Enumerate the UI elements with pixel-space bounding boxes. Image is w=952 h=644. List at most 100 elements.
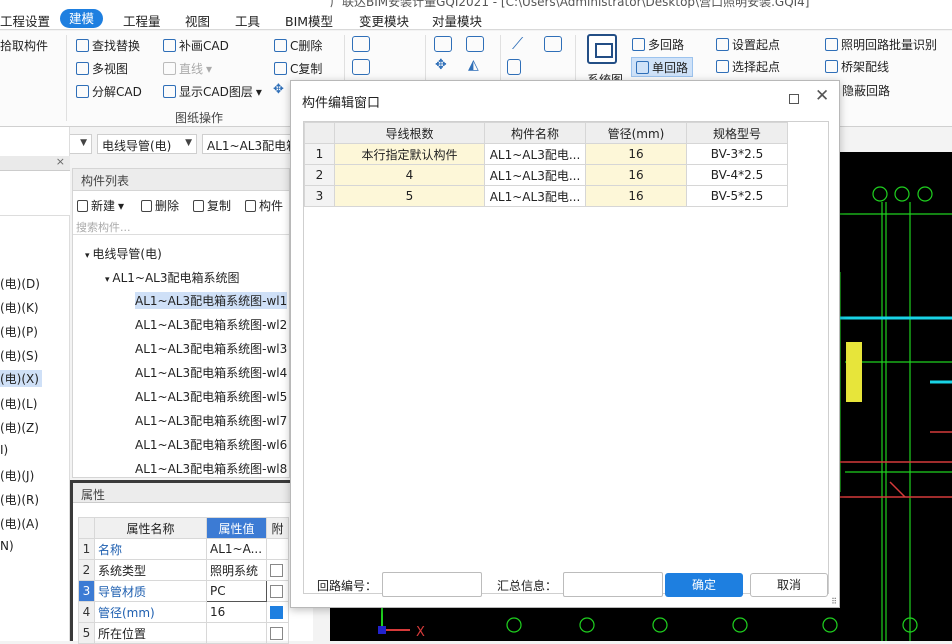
type-item[interactable]: (电)(S) <box>0 347 38 364</box>
menu-view[interactable]: 视图 <box>185 11 210 30</box>
riser-icon[interactable] <box>507 59 521 75</box>
tree-item[interactable]: AL1~AL3配电箱系统图-wl7 <box>135 412 287 429</box>
drawing-select[interactable]: AL1~AL3配电箱 <box>202 134 294 154</box>
menu-reconcile[interactable]: 对量模块 <box>432 11 482 30</box>
maximize-icon[interactable] <box>789 94 799 104</box>
flip-icon[interactable]: ◭ <box>468 57 479 73</box>
attach-checkbox[interactable] <box>270 585 283 598</box>
property-value[interactable]: 16 <box>206 601 267 623</box>
menu-bim-model[interactable]: BIM模型 <box>285 11 333 30</box>
loop-number-input[interactable] <box>382 572 482 597</box>
pick-component-button[interactable]: 拾取构件 <box>0 37 48 54</box>
mirror-icon[interactable] <box>466 36 484 52</box>
component-name-cell[interactable]: AL1~AL3配电... <box>484 164 586 186</box>
diameter-cell[interactable]: 16 <box>585 143 687 165</box>
component-layer-button[interactable]: 构件 <box>245 197 283 214</box>
attach-checkbox[interactable] <box>270 564 283 577</box>
wire-count-cell[interactable]: 本行指定默认构件 <box>334 143 485 165</box>
property-row[interactable]: 1 名称 AL1~A... <box>78 538 289 560</box>
type-item[interactable]: (电)(D) <box>0 275 40 292</box>
single-loop-button[interactable]: 单回路 <box>631 57 694 77</box>
type-tree-search[interactable] <box>0 171 70 216</box>
diameter-cell[interactable]: 16 <box>585 164 687 186</box>
tree-item[interactable]: AL1~AL3配电箱系统图-wl3 <box>135 340 287 357</box>
tree-item[interactable]: AL1~AL3配电箱系统图-wl8 <box>135 460 287 477</box>
diameter-cell[interactable]: 16 <box>585 185 687 207</box>
property-row[interactable]: 5 所在位置 <box>78 622 289 644</box>
close-icon[interactable]: × <box>56 155 65 168</box>
set-start-button[interactable]: 设置起点 <box>716 36 780 53</box>
bend-icon[interactable] <box>544 36 562 52</box>
property-value[interactable]: AL1~A... <box>206 538 267 560</box>
type-item[interactable]: (电)(A) <box>0 515 39 532</box>
type-item[interactable]: I) <box>0 443 8 457</box>
list-icon[interactable] <box>352 59 370 75</box>
property-value[interactable] <box>206 622 267 644</box>
system-diagram-icon[interactable] <box>587 34 617 64</box>
c-copy-button[interactable]: C复制 <box>274 60 322 77</box>
type-item[interactable]: (电)(J) <box>0 467 34 484</box>
property-row[interactable]: 2 系统类型 照明系统 <box>78 559 289 581</box>
tree-item[interactable]: AL1~AL3配电箱系统图-wl5 <box>135 388 287 405</box>
multi-loop-button[interactable]: 多回路 <box>632 36 684 53</box>
type-item[interactable]: (电)(L) <box>0 395 37 412</box>
attach-checkbox-checked[interactable] <box>270 606 283 619</box>
wire-count-cell[interactable]: 5 <box>334 185 485 207</box>
spec-cell[interactable]: BV-3*2.5 <box>686 143 788 165</box>
menu-tools[interactable]: 工具 <box>235 11 260 30</box>
split-cad-button[interactable]: 分解CAD <box>76 83 142 100</box>
tree-item[interactable]: AL1~AL3配电箱系统图-wl2 <box>135 316 287 333</box>
copy-tool-icon[interactable] <box>434 36 452 52</box>
lighting-batch-button[interactable]: 照明回路批量识别 <box>825 36 937 53</box>
type-item[interactable]: N) <box>0 539 14 553</box>
tray-wiring-button[interactable]: 桥架配线 <box>825 58 889 75</box>
pipe-line-icon[interactable]: ⟋ <box>512 34 523 54</box>
copy-button[interactable]: 复制 <box>193 197 231 214</box>
table-row[interactable]: 1 本行指定默认构件 AL1~AL3配电... 16 BV-3*2.5 <box>304 143 788 165</box>
multi-view-button[interactable]: 多视图 <box>76 60 128 77</box>
menu-modeling[interactable]: 建模 <box>60 9 104 28</box>
tree-item[interactable]: AL1~AL3配电箱系统图-wl4 <box>135 364 287 381</box>
move-tool-icon[interactable]: ✥ <box>435 57 447 73</box>
attach-checkbox[interactable] <box>270 627 283 640</box>
component-search-input[interactable]: 搜索构件... <box>73 217 289 235</box>
move-icon[interactable]: ✥ <box>273 82 284 97</box>
component-name-cell[interactable]: AL1~AL3配电... <box>484 185 586 207</box>
type-item[interactable]: (电)(K) <box>0 299 39 316</box>
menu-change[interactable]: 变更模块 <box>359 11 409 30</box>
type-item-selected[interactable]: (电)(X) <box>0 370 42 387</box>
type-select[interactable]: 电线导管(电) ▼ <box>97 134 197 154</box>
type-item[interactable]: (电)(Z) <box>0 419 39 436</box>
tree-item-selected[interactable]: AL1~AL3配电箱系统图-wl1 <box>135 292 288 309</box>
resize-grip-icon[interactable]: ⠿ <box>831 597 837 606</box>
select-start-button[interactable]: 选择起点 <box>716 58 780 75</box>
tree-item[interactable]: AL1~AL3配电箱系统图-wl6 <box>135 436 287 453</box>
line-button[interactable]: 直线 ▾ <box>163 60 212 77</box>
ok-button[interactable]: 确定 <box>665 573 743 597</box>
select-icon[interactable] <box>352 36 370 52</box>
tree-root[interactable]: ▾ 电线导管(电) <box>85 245 162 262</box>
summary-input[interactable] <box>563 572 663 597</box>
tree-group[interactable]: ▾ AL1~AL3配电箱系统图 <box>105 269 240 286</box>
hidden-loop-button[interactable]: 隐蔽回路 <box>842 82 890 99</box>
c-delete-button[interactable]: C删除 <box>274 37 322 54</box>
type-item[interactable]: (电)(P) <box>0 323 38 340</box>
spec-cell[interactable]: BV-4*2.5 <box>686 164 788 186</box>
property-row-selected[interactable]: 3 导管材质 PC <box>78 580 289 602</box>
find-replace-button[interactable]: 查找替换 <box>76 37 140 54</box>
new-button[interactable]: 新建 ▾ <box>77 197 124 214</box>
table-row[interactable]: 2 4 AL1~AL3配电... 16 BV-4*2.5 <box>304 164 788 186</box>
type-item[interactable]: (电)(R) <box>0 491 39 508</box>
menu-project-settings[interactable]: 工程设置 <box>0 11 50 30</box>
property-value-input[interactable]: PC <box>206 580 267 602</box>
menu-quantity[interactable]: 工程量 <box>123 11 161 30</box>
close-icon[interactable]: ✕ <box>815 88 829 105</box>
cancel-button[interactable]: 取消 <box>750 573 828 597</box>
table-row[interactable]: 3 5 AL1~AL3配电... 16 BV-5*2.5 <box>304 185 788 207</box>
patch-cad-button[interactable]: 补画CAD <box>163 37 229 54</box>
property-row[interactable]: 4 管径(mm) 16 <box>78 601 289 623</box>
component-name-cell[interactable]: AL1~AL3配电... <box>484 143 586 165</box>
spec-cell[interactable]: BV-5*2.5 <box>686 185 788 207</box>
wire-count-cell[interactable]: 4 <box>334 164 485 186</box>
property-value[interactable]: 照明系统 <box>206 559 267 581</box>
